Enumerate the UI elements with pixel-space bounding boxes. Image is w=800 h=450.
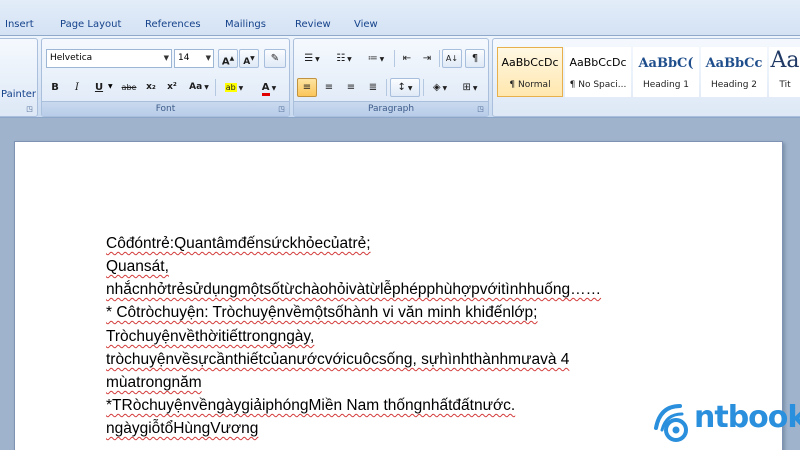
- font-group-label: Font: [42, 101, 289, 116]
- document-line: mùatrongnăm: [106, 374, 202, 391]
- tab-review[interactable]: Review: [295, 19, 331, 30]
- style-name: Heading 1: [642, 80, 690, 90]
- style-heading-1[interactable]: AaBbC( Heading 1: [633, 47, 699, 97]
- clear-formatting-icon[interactable]: ✎: [264, 49, 286, 68]
- shading-icon[interactable]: ◈ ▼: [426, 78, 454, 97]
- style-sample: AaBbCcDc: [569, 56, 627, 69]
- style-sample: AaBbC(: [638, 56, 694, 71]
- chevron-down-icon: ▼: [205, 54, 211, 62]
- chevron-down-icon[interactable]: ▼: [108, 83, 113, 90]
- separator: [394, 50, 395, 67]
- paragraph-group: ☰ ▼ ☷ ▼ ≔ ▼ ⇤ ⇥ A↓ ¶ ≡ ≡ ≡ ≣ ↕ ▼ ◈ ▼ ⊞ ▼…: [293, 38, 489, 117]
- numbering-icon[interactable]: ☷ ▼: [329, 49, 359, 68]
- decrease-indent-icon[interactable]: ⇤: [398, 49, 416, 68]
- tab-references[interactable]: References: [145, 19, 201, 30]
- style-name: Heading 2: [710, 80, 758, 90]
- font-dialog-launcher-icon[interactable]: ◳: [277, 105, 286, 114]
- grow-font-label: A: [221, 56, 230, 68]
- show-marks-icon[interactable]: ¶: [465, 49, 485, 68]
- style-name: Tit: [779, 80, 791, 90]
- document-line: Tròchuyệnvềthờitiếttrongngày,: [106, 328, 315, 345]
- document-line: *TRòchuyệnvềngàygiảiphóngMiền Nam thốngn…: [106, 397, 516, 414]
- tab-mailings[interactable]: Mailings: [225, 19, 266, 30]
- document-line: Côđóntrẻ:Quantâmđếnsứckhỏecủatrẻ;: [106, 235, 371, 252]
- bullets-icon[interactable]: ☰ ▼: [297, 49, 327, 68]
- align-center-icon[interactable]: ≡: [319, 78, 339, 97]
- increase-indent-icon[interactable]: ⇥: [418, 49, 436, 68]
- multilevel-list-icon[interactable]: ≔ ▼: [361, 49, 391, 68]
- highlight-button[interactable]: ab ▼: [219, 78, 249, 97]
- style-no-spacing[interactable]: AaBbCcDc ¶ No Spaci...: [565, 47, 631, 97]
- style-name: ¶ Normal: [509, 80, 551, 90]
- line-spacing-icon[interactable]: ↕ ▼: [390, 78, 420, 97]
- highlight-label: ab: [224, 83, 237, 92]
- sort-icon[interactable]: A↓: [442, 49, 462, 68]
- style-sample: AaBbCcDc: [501, 56, 559, 69]
- style-title[interactable]: Aa Tit: [769, 47, 800, 97]
- justify-icon[interactable]: ≣: [363, 78, 383, 97]
- style-normal[interactable]: AaBbCcDc ¶ Normal: [497, 47, 563, 97]
- style-sample: AaBbCc: [705, 56, 763, 71]
- underline-button[interactable]: U: [90, 78, 108, 97]
- ntbook-logo: ntbook: [650, 398, 800, 446]
- font-color-label: A: [261, 82, 270, 96]
- ntbook-logo-icon: [654, 404, 688, 442]
- change-case-label: Aa: [189, 82, 203, 92]
- separator: [423, 79, 424, 96]
- separator: [215, 79, 216, 96]
- document-line: nhắcnhởtrẻsửdụngmộtsốtừchàohỏivàtừlễphép…: [106, 281, 602, 298]
- tab-insert[interactable]: Insert: [5, 19, 34, 30]
- align-left-icon[interactable]: ≡: [297, 78, 317, 97]
- style-heading-2[interactable]: AaBbCc Heading 2: [701, 47, 767, 97]
- clipboard-launcher-icon[interactable]: ◳: [25, 105, 34, 114]
- bold-button[interactable]: B: [46, 78, 64, 97]
- paragraph-dialog-launcher-icon[interactable]: ◳: [476, 105, 485, 114]
- document-line: * Côtròchuyện: Tròchuyệnvềmộtsốhành vi v…: [106, 304, 538, 321]
- styles-group: AaBbCcDc ¶ Normal AaBbCcDc ¶ No Spaci...…: [492, 38, 800, 117]
- style-sample: Aa: [770, 48, 800, 73]
- font-group: Helvetica ▼ 14 ▼ A▲ A▼ ✎ B I U ▼ abe x₂ …: [41, 38, 290, 117]
- ribbon-tab-bar: Insert Page Layout References Mailings R…: [0, 0, 800, 36]
- separator: [439, 50, 440, 67]
- ntbook-logo-text: ntbook: [694, 400, 800, 435]
- strikethrough-button[interactable]: abe: [118, 78, 140, 97]
- separator: [386, 79, 387, 96]
- format-painter-button[interactable]: Painter: [1, 89, 36, 100]
- font-name-value: Helvetica: [50, 53, 93, 63]
- change-case-button[interactable]: Aa ▼: [185, 78, 213, 97]
- shrink-font-button[interactable]: A▼: [239, 49, 259, 68]
- paragraph-group-label: Paragraph: [294, 101, 488, 116]
- borders-icon[interactable]: ⊞ ▼: [456, 78, 484, 97]
- chevron-down-icon: ▼: [163, 54, 169, 62]
- document-line: ngàygiỗtổHùngVương: [106, 420, 259, 437]
- subscript-button[interactable]: x₂: [142, 78, 160, 97]
- font-name-combo[interactable]: Helvetica ▼: [46, 49, 172, 68]
- document-line: Quansát,: [106, 258, 169, 275]
- style-name: ¶ No Spaci...: [569, 80, 627, 90]
- font-color-button[interactable]: A ▼: [253, 78, 285, 97]
- align-right-icon[interactable]: ≡: [341, 78, 361, 97]
- tab-page-layout[interactable]: Page Layout: [60, 19, 121, 30]
- clipboard-group: Painter ◳: [0, 38, 38, 117]
- grow-font-button[interactable]: A▲: [218, 49, 238, 68]
- tab-view[interactable]: View: [354, 19, 378, 30]
- italic-button[interactable]: I: [68, 78, 86, 97]
- ribbon: Painter ◳ Helvetica ▼ 14 ▼ A▲ A▼ ✎ B I U…: [0, 36, 800, 118]
- font-size-value: 14: [178, 53, 190, 63]
- document-line: tròchuyệnvềsựcầnthiếtcủanướcvớicuôcsống,…: [106, 351, 570, 368]
- superscript-button[interactable]: x²: [163, 78, 181, 97]
- font-size-combo[interactable]: 14 ▼: [174, 49, 214, 68]
